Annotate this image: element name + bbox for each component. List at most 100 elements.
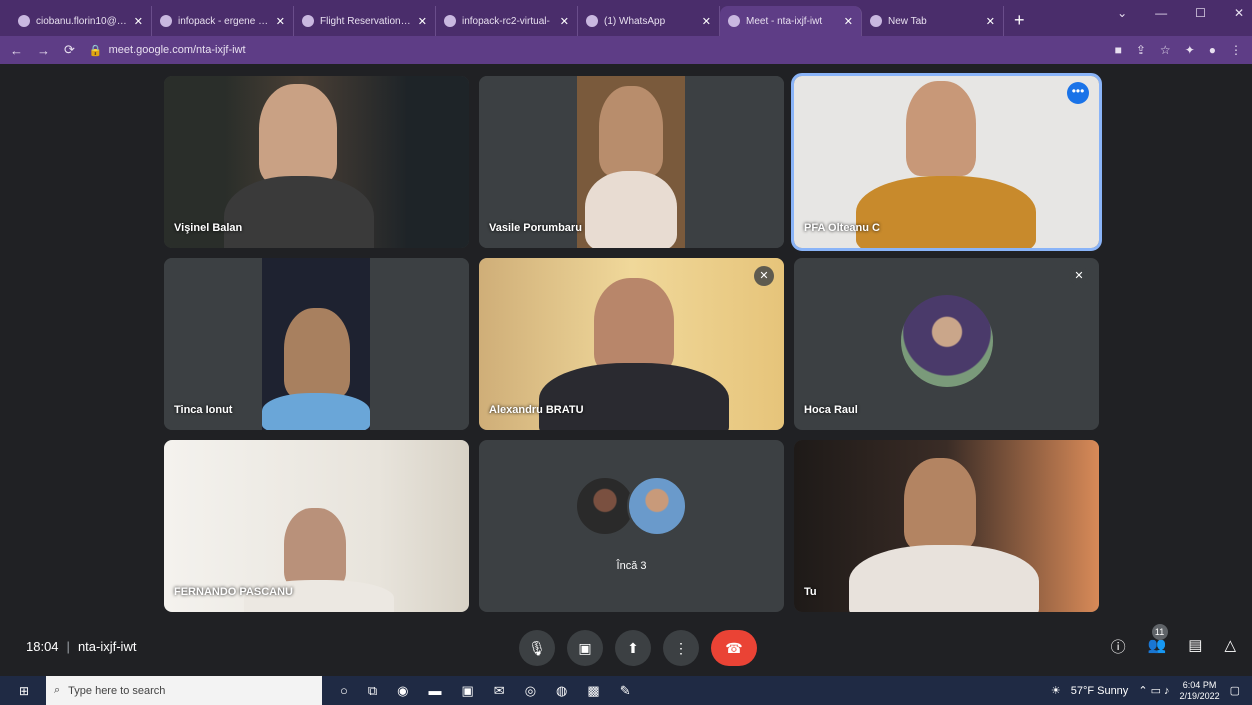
- present-screen-icon: ⬆: [627, 640, 639, 656]
- teams-icon[interactable]: ▩: [587, 683, 599, 699]
- browser-tab-active[interactable]: Meet - nta-ixjf-iwt ✕: [720, 6, 862, 36]
- cortana-icon[interactable]: ○: [340, 683, 348, 699]
- more-options-button[interactable]: ⋮: [663, 630, 699, 666]
- person-face: [284, 508, 346, 588]
- back-button[interactable]: ←: [10, 43, 23, 58]
- participant-tile[interactable]: Vişinel Balan: [164, 76, 469, 248]
- participant-tile[interactable]: ✕ Hoca Raul: [794, 258, 1099, 430]
- globe-icon: [302, 15, 314, 27]
- share-icon[interactable]: ⇪: [1136, 43, 1146, 57]
- browser-tab[interactable]: (1) WhatsApp ✕: [578, 6, 720, 36]
- file-explorer-icon[interactable]: ▬: [429, 683, 442, 699]
- windows-start-icon[interactable]: ⊞: [10, 684, 38, 698]
- tray-icons[interactable]: ⌃ ▭ ♪: [1138, 684, 1169, 697]
- activities-icon[interactable]: △: [1224, 636, 1236, 657]
- maximize-button[interactable]: ☐: [1195, 6, 1206, 20]
- weather-text[interactable]: 57°F Sunny: [1071, 685, 1129, 697]
- browser-tab-bar: ciobanu.florin10@yah ✕ infopack - ergene …: [0, 0, 1252, 36]
- url-field[interactable]: 🔒 meet.google.com/nta-ixjf-iwt: [89, 44, 246, 57]
- close-icon[interactable]: ✕: [134, 15, 143, 28]
- person-face: [259, 84, 337, 184]
- meeting-code: nta-ixjf-iwt: [77, 639, 137, 654]
- participant-tile[interactable]: Vasile Porumbaru: [479, 76, 784, 248]
- meeting-time: 18:04: [26, 639, 59, 654]
- browser-tab[interactable]: infopack-rc2-virtual- ✕: [436, 6, 578, 36]
- url-text: meet.google.com/nta-ixjf-iwt: [108, 44, 246, 56]
- chevron-down-icon[interactable]: ⌄: [1117, 6, 1127, 20]
- participant-tile[interactable]: Tinca Ionut: [164, 258, 469, 430]
- people-button[interactable]: 👥 11: [1148, 624, 1168, 657]
- taskbar-search[interactable]: ⌕ Type here to search: [46, 676, 322, 705]
- close-icon[interactable]: ✕: [844, 15, 853, 28]
- person-face: [599, 86, 663, 176]
- whatsapp-icon: [586, 15, 598, 27]
- participant-tile-self[interactable]: Tu: [794, 440, 1099, 612]
- extensions-icon[interactable]: ✦: [1185, 43, 1195, 57]
- camera-button[interactable]: ▣: [567, 630, 603, 666]
- close-window-button[interactable]: ✕: [1234, 6, 1244, 20]
- tab-label: Meet - nta-ixjf-iwt: [746, 15, 823, 27]
- microphone-icon: 🎙: [528, 640, 546, 656]
- browser-toolbar: ■ ⇪ ☆ ✦ ● ⋮: [1115, 43, 1242, 57]
- minimize-button[interactable]: —: [1155, 6, 1167, 20]
- browser-tab[interactable]: New Tab ✕: [862, 6, 1004, 36]
- participant-name: Hoca Raul: [804, 404, 858, 416]
- meeting-side-controls: ⓘ 👥 11 ▤ △: [1111, 624, 1236, 657]
- windows-taskbar: ⊞ ⌕ Type here to search ○ ⧉ ◉ ▬ ▣ ✉ ◎ ◍ …: [0, 676, 1252, 705]
- participant-name: Tu: [804, 586, 817, 598]
- taskbar-apps: ○ ⧉ ◉ ▬ ▣ ✉ ◎ ◍ ▩ ✎: [340, 683, 631, 699]
- chrome-icon[interactable]: ◎: [525, 683, 536, 699]
- more-vert-icon: ⋮: [674, 640, 688, 656]
- whatsapp-icon[interactable]: ◍: [556, 683, 567, 699]
- browser-tab[interactable]: ciobanu.florin10@yah ✕: [10, 6, 152, 36]
- person-body: [262, 393, 370, 430]
- participant-tile[interactable]: FERNANDO PASCANU: [164, 440, 469, 612]
- more-options-icon[interactable]: •••: [1067, 82, 1089, 104]
- close-icon[interactable]: ✕: [276, 15, 285, 28]
- participant-name: Alexandru BRATU: [489, 404, 584, 416]
- browser-tab[interactable]: Flight Reservation Flo ✕: [294, 6, 436, 36]
- menu-icon[interactable]: ⋮: [1230, 43, 1242, 57]
- participant-tile-active[interactable]: ••• PFA Olteanu C: [791, 73, 1102, 251]
- forward-button[interactable]: →: [37, 43, 50, 58]
- person-face: [904, 458, 976, 550]
- more-participants-label: Încă 3: [616, 560, 647, 572]
- person-body: [224, 176, 374, 248]
- present-button[interactable]: ⬆: [615, 630, 651, 666]
- edge-icon[interactable]: ◉: [397, 683, 408, 699]
- close-icon[interactable]: ✕: [560, 15, 569, 28]
- meeting-details-icon[interactable]: ⓘ: [1111, 636, 1126, 657]
- store-icon[interactable]: ▣: [462, 683, 474, 699]
- camera-icon[interactable]: ■: [1115, 43, 1122, 57]
- participant-tile[interactable]: ✕ Alexandru BRATU: [479, 258, 784, 430]
- window-controls: ⌄ — ☐ ✕: [1117, 6, 1244, 20]
- tab-label: New Tab: [888, 15, 927, 27]
- participant-tile-overflow[interactable]: Încă 3: [479, 440, 784, 612]
- close-icon[interactable]: ✕: [702, 15, 711, 28]
- chrome-icon: [870, 15, 882, 27]
- browser-tab[interactable]: infopack - ergene net ✕: [152, 6, 294, 36]
- notifications-icon[interactable]: ▢: [1230, 684, 1240, 697]
- participant-grid: Vişinel Balan Vasile Porumbaru ••• PFA O…: [164, 73, 1102, 612]
- person-body: [856, 176, 1036, 248]
- call-controls: 🎙 ▣ ⬆ ⋮ ☎: [519, 630, 757, 666]
- video-feed: [794, 440, 1099, 612]
- chat-icon[interactable]: ▤: [1188, 636, 1202, 657]
- star-icon[interactable]: ☆: [1160, 43, 1171, 57]
- camera-icon: ▣: [578, 640, 592, 656]
- taskbar-clock[interactable]: 6:04 PM 2/19/2022: [1180, 680, 1220, 702]
- reload-button[interactable]: ⟳: [64, 42, 75, 58]
- person-face: [594, 278, 674, 373]
- profile-avatar[interactable]: ●: [1209, 43, 1216, 57]
- microphone-button[interactable]: 🎙: [519, 630, 555, 666]
- leave-call-button[interactable]: ☎: [711, 630, 757, 666]
- tab-label: Flight Reservation Flo: [320, 15, 412, 27]
- close-icon[interactable]: ✕: [418, 15, 427, 28]
- mail-icon[interactable]: ✉: [494, 683, 505, 699]
- weather-icon: ☀: [1050, 685, 1061, 697]
- task-view-icon[interactable]: ⧉: [368, 683, 377, 699]
- tab-label: infopack - ergene net: [178, 15, 270, 27]
- new-tab-button[interactable]: +: [1004, 6, 1035, 36]
- close-icon[interactable]: ✕: [986, 15, 995, 28]
- app-icon[interactable]: ✎: [620, 683, 631, 699]
